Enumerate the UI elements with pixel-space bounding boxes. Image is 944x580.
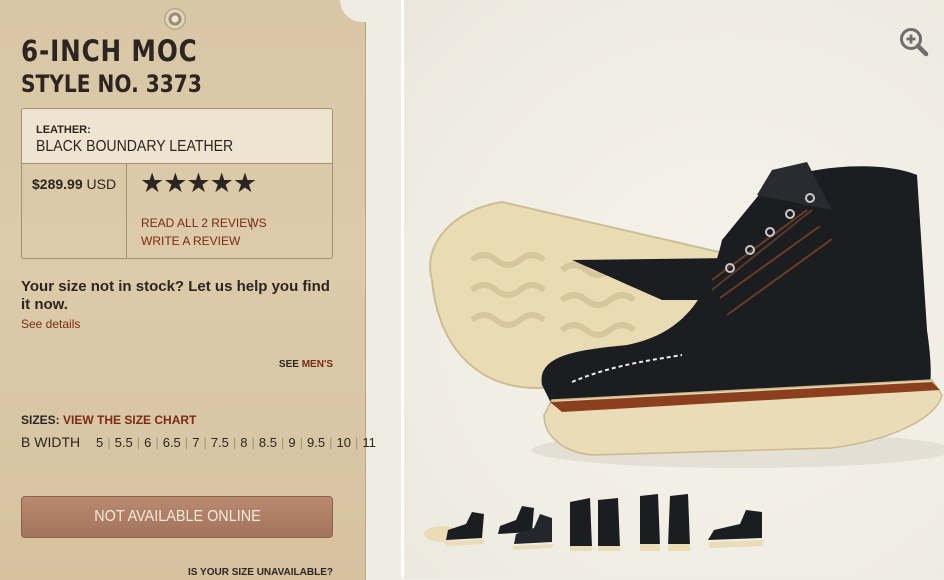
size-option[interactable]: 10 [336,435,350,450]
stock-message: Your size not in stock? Let us help you … [21,278,330,313]
leather-value: BLACK BOUNDARY LEATHER [36,138,234,155]
sizes-label: SIZES: [21,413,60,427]
size-separator: | [280,435,285,450]
size-separator: | [329,435,333,450]
thumbnail-three-quarter-pair[interactable] [492,490,558,554]
size-separator: | [232,435,237,450]
size-option[interactable]: 9.5 [307,435,325,450]
size-option[interactable]: 5.5 [115,435,133,450]
size-separator: | [251,435,255,450]
not-available-label: NOT AVAILABLE ONLINE [93,508,261,525]
size-separator: | [299,435,303,450]
size-separator: | [203,435,207,450]
leather-label: LEATHER: [36,124,91,136]
product-title: 6-INCH MOC [21,34,198,68]
price: $289.99 USD [32,176,116,192]
size-option[interactable]: 8 [240,435,247,450]
size-list: 5 | 5.5 | 6 | 6.5 | 7 | 7.5 | 8 | 8.5 | 9 | 9.5 | 10 | 11 [96,433,376,452]
main-boot-image[interactable] [412,150,944,480]
see-details-link[interactable]: See details [21,317,80,331]
size-option[interactable]: 7.5 [211,435,229,450]
size-option[interactable]: 6 [144,435,151,450]
sizes-header: SIZES: VIEW THE SIZE CHART [21,413,196,427]
not-available-button[interactable]: NOT AVAILABLE ONLINE [21,496,333,538]
size-unavailable-link[interactable]: IS YOUR SIZE UNAVAILABLE? [188,567,333,578]
zoom-in-icon[interactable] [898,26,930,58]
price-rating-box: $289.99 USD ★★★★★ READ ALL 2 REVIEWS | W… [21,164,333,259]
see-mens-prompt: SEE MEN'S [279,359,333,370]
size-option[interactable]: 6.5 [163,435,181,450]
review-link-separator: | [250,215,254,230]
product-image-viewer [401,0,944,578]
thumbnail-front-pair[interactable] [562,490,628,554]
size-separator: | [354,435,359,450]
width-label: B WIDTH [21,434,81,450]
leather-info-box: LEATHER: BLACK BOUNDARY LEATHER [21,108,333,164]
size-separator: | [136,435,141,450]
thumbnail-side-single[interactable] [702,490,768,554]
price-amount: $289.99 [32,176,83,192]
size-option[interactable]: 7 [192,435,199,450]
read-reviews-link[interactable]: READ ALL 2 REVIEWS [141,216,267,230]
size-chart-link[interactable]: VIEW THE SIZE CHART [63,413,196,427]
price-currency: USD [86,176,117,192]
size-separator: | [107,435,111,450]
price-divider [126,164,127,258]
tag-grommet-icon [164,8,186,30]
see-mens-prefix: SEE [278,359,299,370]
write-review-link[interactable]: WRITE A REVIEW [141,234,240,248]
thumbnail-strip [422,490,942,560]
product-info-tag: 6-INCH MOC STYLE NO. 3373 LEATHER: BLACK… [0,0,376,580]
tag-corner-notch [340,0,370,22]
thumbnail-side-pair[interactable] [422,490,488,554]
size-separator: | [184,435,189,450]
thumbnail-back-pair[interactable] [632,490,698,554]
size-option[interactable]: 11 [362,435,376,450]
size-option[interactable]: 8.5 [259,435,277,450]
size-option[interactable]: 9 [288,435,295,450]
mens-link[interactable]: MEN'S [302,359,333,370]
size-option[interactable]: 5 [96,435,103,450]
style-number: STYLE NO. 3373 [21,70,202,98]
size-separator: | [155,435,159,450]
star-rating: ★★★★★ [140,168,257,198]
